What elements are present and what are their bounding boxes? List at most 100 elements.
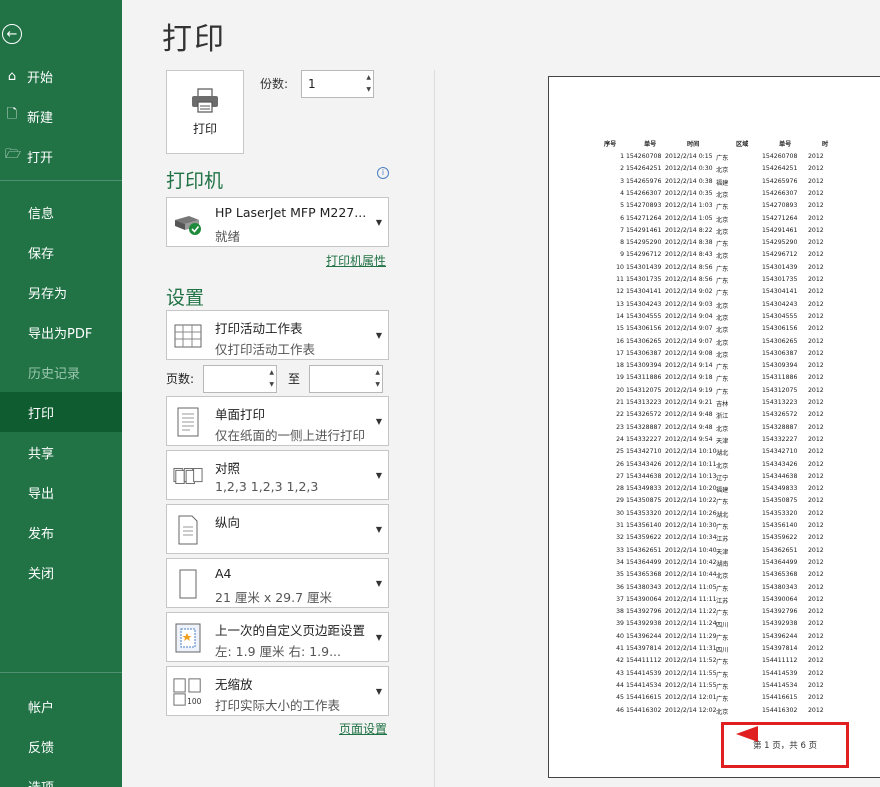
sidebar-item-7: 历史记录 <box>0 352 122 392</box>
preview-cell: 2012/2/14 9:03 <box>665 300 713 308</box>
print-button-label: 打印 <box>192 121 217 136</box>
preview-cell: 2012 <box>808 177 824 185</box>
preview-cell: 2012/2/14 9:07 <box>665 337 713 345</box>
spin-up-icon[interactable]: ▲ <box>366 74 371 81</box>
preview-cell: 36 <box>616 583 624 591</box>
preview-cell: 154328887 <box>626 423 662 431</box>
page-setup-link[interactable]: 页面设置 <box>339 720 387 737</box>
preview-cell: 2012/2/14 9:19 <box>665 386 713 394</box>
spin-down-icon[interactable]: ▼ <box>269 381 274 388</box>
preview-cell: 2012 <box>808 189 824 197</box>
preview-cell: 2012 <box>808 485 824 493</box>
preview-cell: 154313223 <box>762 399 798 406</box>
margins-subtitle: 左: 1.9 厘米 右: 1.9... <box>215 644 341 659</box>
preview-cell: 154397814 <box>626 645 662 652</box>
preview-cell: 154392938 <box>626 620 662 628</box>
preview-header-cell: 单号 <box>644 141 657 148</box>
custom-margins-icon <box>173 621 203 655</box>
preview-cell: 154390064 <box>762 595 798 603</box>
arrow-annotation-icon <box>736 726 758 742</box>
preview-cell: 2012 <box>808 460 824 468</box>
preview-cell: 154380343 <box>762 583 798 591</box>
preview-cell: 154312075 <box>626 386 662 394</box>
preview-cell: 2012/2/14 0:15 <box>665 153 713 160</box>
preview-cell: 2012/2/14 9:48 <box>665 423 713 431</box>
preview-cell: 8 <box>620 239 624 247</box>
preview-cell: 2012/2/14 9:02 <box>665 288 713 296</box>
preview-cell: 2012/2/14 12:02 <box>665 706 717 714</box>
margins-dropdown[interactable]: 上一次的自定义页边距设置 左: 1.9 厘米 右: 1.9... ▼ <box>166 612 389 662</box>
printer-properties-link[interactable]: 打印机属性 <box>326 252 386 269</box>
preview-cell: 广东 <box>716 696 729 704</box>
sidebar-item-2[interactable]: 🗁 打开 <box>0 136 122 176</box>
sidebar-item-label: 打印 <box>28 406 55 422</box>
preview-cell: 广东 <box>716 290 729 298</box>
preview-cell: 2012 <box>808 608 824 616</box>
sidebar-item-10[interactable]: 导出 <box>0 472 122 512</box>
sidebar-item-5[interactable]: 另存为 <box>0 272 122 312</box>
preview-cell: 44 <box>616 681 624 689</box>
sidebar-item-6[interactable]: 导出为PDF <box>0 312 122 352</box>
paper-size-dropdown[interactable]: A4 21 厘米 x 29.7 厘米 ▼ <box>166 558 389 608</box>
preview-cell: 154266307 <box>626 189 662 197</box>
preview-header-cell: 时 <box>822 141 829 148</box>
page-to-input[interactable]: ▲ ▼ <box>309 365 383 393</box>
preview-cell: 154260708 <box>762 153 798 160</box>
spin-up-icon[interactable]: ▲ <box>375 369 380 376</box>
sidebar-item-9[interactable]: 共享 <box>0 432 122 472</box>
preview-cell: 154380343 <box>626 583 662 591</box>
scaling-dropdown[interactable]: 100 无缩放 打印实际大小的工作表 ▼ <box>166 666 389 716</box>
printer-icon <box>192 87 218 113</box>
preview-cell: 辽宁 <box>716 474 729 482</box>
sidebar-item-3[interactable]: 信息 <box>0 192 122 232</box>
sidebar-item-12[interactable]: 关闭 <box>0 552 122 592</box>
preview-cell: 154359622 <box>762 534 798 542</box>
worksheet-grid-icon <box>173 319 203 353</box>
sidebar-item-0[interactable]: ⌂ 开始 <box>0 56 122 96</box>
preview-cell: 2012/2/14 10:30 <box>665 522 717 529</box>
preview-header-cell: 时间 <box>687 141 700 148</box>
preview-cell: 2012 <box>808 571 824 579</box>
paper-title: A4 <box>215 566 232 581</box>
preview-cell: 2012 <box>808 214 824 222</box>
collate-dropdown[interactable]: 对照 1,2,3 1,2,3 1,2,3 ▼ <box>166 450 389 500</box>
preview-cell: 2012/2/14 10:22 <box>665 497 717 505</box>
preview-cell: 2012/2/14 1:03 <box>665 202 713 210</box>
back-arrow-icon[interactable]: ← <box>2 24 22 44</box>
preview-cell: 154344638 <box>626 472 662 480</box>
spin-up-icon[interactable]: ▲ <box>269 369 274 376</box>
print-scope-dropdown[interactable]: 打印活动工作表 仅打印活动工作表 ▼ <box>166 310 389 360</box>
collated-pages-icon <box>173 459 203 493</box>
spin-down-icon[interactable]: ▼ <box>366 86 371 93</box>
preview-cell: 2012 <box>808 325 824 333</box>
sidebar-item-14[interactable]: 反馈 <box>0 726 122 766</box>
sidebar-item-4[interactable]: 保存 <box>0 232 122 272</box>
preview-cell: 39 <box>616 620 624 628</box>
preview-cell: 2012/2/14 10:40 <box>665 546 717 554</box>
sidebar-item-15[interactable]: 选项 <box>0 766 122 787</box>
preview-cell: 2012 <box>808 202 824 210</box>
sidebar-item-13[interactable]: 帐户 <box>0 686 122 726</box>
preview-cell: 2012/2/14 9:14 <box>665 362 713 370</box>
printer-dropdown[interactable]: HP LaserJet MFP M227... 就绪 ▼ <box>166 197 389 247</box>
sides-dropdown[interactable]: 单面打印 仅在纸面的一侧上进行打印 ▼ <box>166 396 389 446</box>
sidebar-item-8[interactable]: 打印 <box>0 392 122 432</box>
chevron-down-icon: ▼ <box>375 471 382 480</box>
page-from-input[interactable]: ▲ ▼ <box>203 365 277 393</box>
preview-cell: 2012 <box>808 522 824 529</box>
copies-stepper[interactable]: 1 ▲ ▼ <box>301 70 374 98</box>
preview-cell: 2012/2/14 11:05 <box>665 583 717 591</box>
preview-cell: 广东 <box>716 659 729 667</box>
preview-cell: 2 <box>620 165 624 173</box>
spin-down-icon[interactable]: ▼ <box>375 381 380 388</box>
print-button[interactable]: 打印 <box>166 70 244 154</box>
preview-cell: 2012/2/14 10:11 <box>665 460 717 468</box>
preview-cell: 2012/2/14 10:42 <box>665 558 717 566</box>
preview-cell: 广东 <box>716 265 729 273</box>
sidebar-item-1[interactable]: 🗋 新建 <box>0 96 122 136</box>
sidebar-item-11[interactable]: 发布 <box>0 512 122 552</box>
preview-cell: 2012/2/14 9:07 <box>665 325 713 333</box>
info-icon[interactable]: i <box>377 167 389 179</box>
orientation-dropdown[interactable]: 纵向 ▼ <box>166 504 389 554</box>
preview-cell: 154397814 <box>762 645 798 652</box>
